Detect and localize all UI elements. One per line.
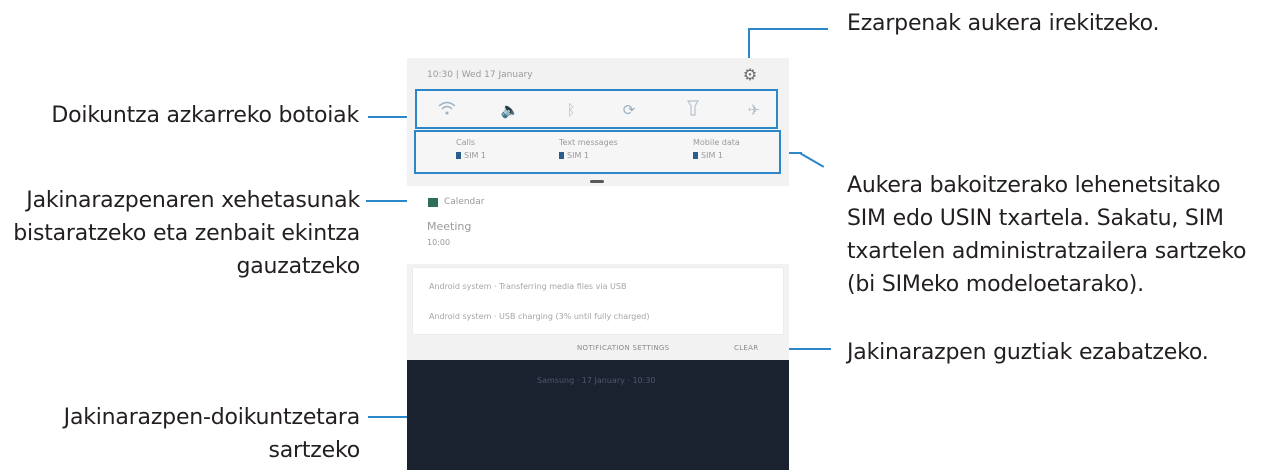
sim-card-icon xyxy=(456,152,461,159)
sim-text-messages[interactable]: Text messages SIM 1 xyxy=(559,138,618,160)
lock-screen-text: Samsung · 17 January · 10:30 xyxy=(537,376,656,385)
sim-text-label: Text messages xyxy=(559,138,618,147)
status-date-time: 10:30 | Wed 17 January xyxy=(427,70,533,80)
sound-icon[interactable]: 🔈 xyxy=(500,100,520,120)
sim-calls-label: Calls xyxy=(456,138,476,147)
notification-time: 10:00 xyxy=(427,238,451,247)
flashlight-icon[interactable] xyxy=(683,100,703,120)
callout-quick-settings: Doikuntza azkarreko botoiak xyxy=(51,103,359,128)
calendar-app-icon xyxy=(428,198,438,207)
sim-preference-bar[interactable]: Calls SIM 1 Text messages SIM 1 Mobile d… xyxy=(414,130,781,174)
system-notifications[interactable]: Android system · Transferring media file… xyxy=(413,268,783,334)
leader-line-settings-h xyxy=(748,28,828,30)
airplane-icon[interactable]: ✈ xyxy=(744,100,764,120)
sim-card-icon xyxy=(693,152,698,159)
notification-app-name: Calendar xyxy=(444,197,485,207)
gear-icon[interactable]: ⚙ xyxy=(741,66,759,84)
system-row-usb-charging[interactable]: Android system · USB charging (3% until … xyxy=(429,312,649,321)
sim-data-label: Mobile data xyxy=(693,138,740,147)
callout-notification-details: Jakinarazpenaren xehetasunak bistaratzek… xyxy=(13,188,360,279)
sim-calls[interactable]: Calls SIM 1 xyxy=(456,138,486,160)
notification-title: Meeting xyxy=(427,220,472,233)
notification-settings-button[interactable]: NOTIFICATION SETTINGS xyxy=(577,344,669,352)
sim-calls-value: SIM 1 xyxy=(464,151,486,160)
callout-sim-preference: Aukera bakoitzerako lehenetsitako SIM ed… xyxy=(847,173,1247,297)
callout-notification-settings: Jakinarazpen-doikuntzetara sartzeko xyxy=(63,405,361,463)
sim-data-value: SIM 1 xyxy=(701,151,723,160)
notification-panel: 10:30 | Wed 17 January ⚙ 🔈 ᛒ ⟳ ✈ Calls S… xyxy=(407,58,789,340)
clear-button[interactable]: CLEAR xyxy=(734,344,758,352)
notification-action-bar: NOTIFICATION SETTINGS CLEAR xyxy=(407,338,789,360)
phone-screen: 10:30 | Wed 17 January ⚙ 🔈 ᛒ ⟳ ✈ Calls S… xyxy=(407,58,789,470)
sim-mobile-data[interactable]: Mobile data SIM 1 xyxy=(693,138,740,160)
sim-card-icon xyxy=(559,152,564,159)
callout-clear-all: Jakinarazpen guztiak ezabatzeko. xyxy=(847,340,1209,365)
callout-settings: Ezarpenak aukera irekitzeko. xyxy=(847,11,1160,36)
leader-line-sim-diag xyxy=(799,152,825,168)
system-row-usb-transfer[interactable]: Android system · Transferring media file… xyxy=(429,282,626,291)
lock-screen-background: Samsung · 17 January · 10:30 xyxy=(407,360,789,470)
sim-text-value: SIM 1 xyxy=(567,151,589,160)
quick-settings-bar: 🔈 ᛒ ⟳ ✈ xyxy=(415,89,778,129)
auto-rotate-icon[interactable]: ⟳ xyxy=(619,100,639,120)
bluetooth-icon[interactable]: ᛒ xyxy=(561,100,581,120)
panel-handle[interactable] xyxy=(590,180,604,183)
calendar-notification[interactable]: Calendar Meeting 10:00 xyxy=(407,186,789,264)
wifi-icon[interactable] xyxy=(437,100,457,120)
